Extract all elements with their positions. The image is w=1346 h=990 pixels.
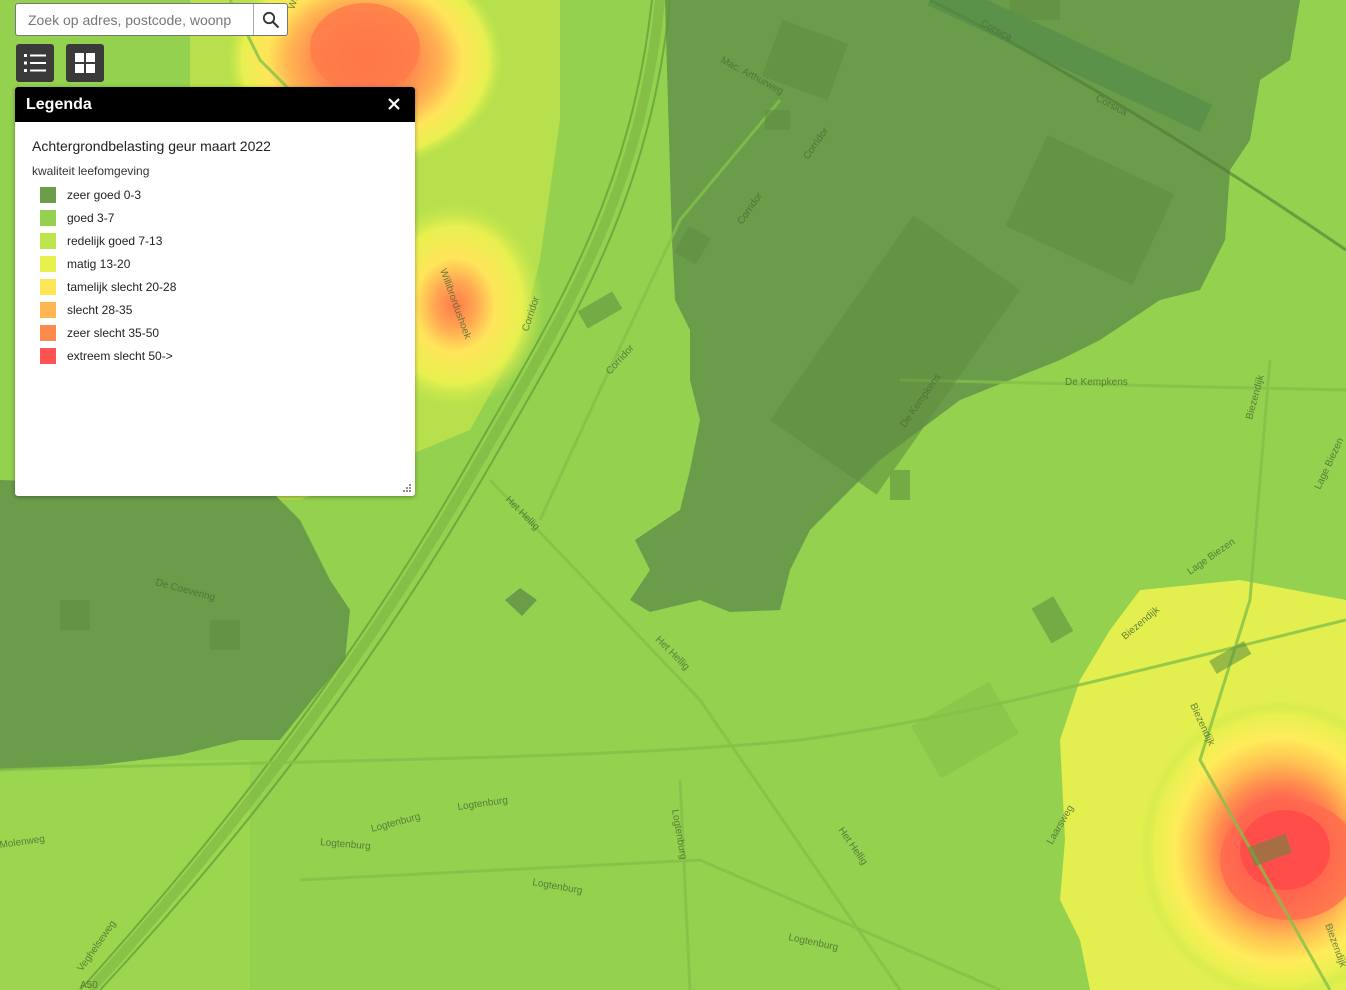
legend-label: tamelijk slecht 20-28 [67, 279, 177, 294]
legend-label: extreem slecht 50-> [67, 348, 173, 363]
legend-label: redelijk goed 7-13 [67, 233, 163, 248]
legend-label: goed 3-7 [67, 210, 115, 225]
street-label: De Kempkens [1065, 377, 1128, 388]
search-icon [262, 11, 279, 28]
legend-item: tamelijk slecht 20-28 [40, 275, 176, 298]
resize-grip-icon[interactable] [402, 483, 412, 493]
legend-item: zeer goed 0-3 [40, 183, 176, 206]
layer-list-button[interactable] [16, 44, 54, 82]
legend-list: zeer goed 0-3 goed 3-7 redelijk goed 7-1… [40, 183, 176, 367]
legend-label: zeer goed 0-3 [67, 187, 142, 202]
legend-item: matig 13-20 [40, 252, 176, 275]
legend-header-title: Legenda [26, 95, 92, 113]
legend-label: matig 13-20 [67, 256, 131, 271]
legend-item: zeer slecht 35-50 [40, 321, 176, 344]
legend-swatch [40, 278, 56, 295]
basemap-gallery-icon [75, 53, 95, 73]
legend-item: extreem slecht 50-> [40, 344, 176, 367]
street-label: A50 [80, 980, 98, 990]
search-box [15, 3, 288, 36]
legend-swatch [40, 232, 56, 249]
legend-layer-title: Achtergrondbelasting geur maart 2022 [32, 138, 271, 154]
legend-item: redelijk goed 7-13 [40, 229, 176, 252]
legend-swatch [40, 209, 56, 226]
legend-swatch [40, 255, 56, 272]
search-button[interactable] [253, 4, 287, 35]
legend-swatch [40, 301, 56, 318]
close-icon[interactable] [385, 95, 403, 113]
legend-label: slecht 28-35 [67, 302, 133, 317]
legend-subtitle: kwaliteit leefomgeving [32, 164, 150, 178]
legend-item: slecht 28-35 [40, 298, 176, 321]
legend-swatch [40, 186, 56, 203]
search-input[interactable] [16, 4, 254, 35]
legend-item: goed 3-7 [40, 206, 176, 229]
legend-swatch [40, 347, 56, 364]
legend-panel: Legenda Achtergrondbelasting geur maart … [15, 87, 415, 496]
basemap-gallery-button[interactable] [66, 44, 104, 82]
legend-header: Legenda [15, 87, 415, 122]
layer-list-icon [24, 54, 46, 72]
hotspot-top-core [310, 3, 420, 93]
legend-swatch [40, 324, 56, 341]
legend-label: zeer slecht 35-50 [67, 325, 160, 340]
